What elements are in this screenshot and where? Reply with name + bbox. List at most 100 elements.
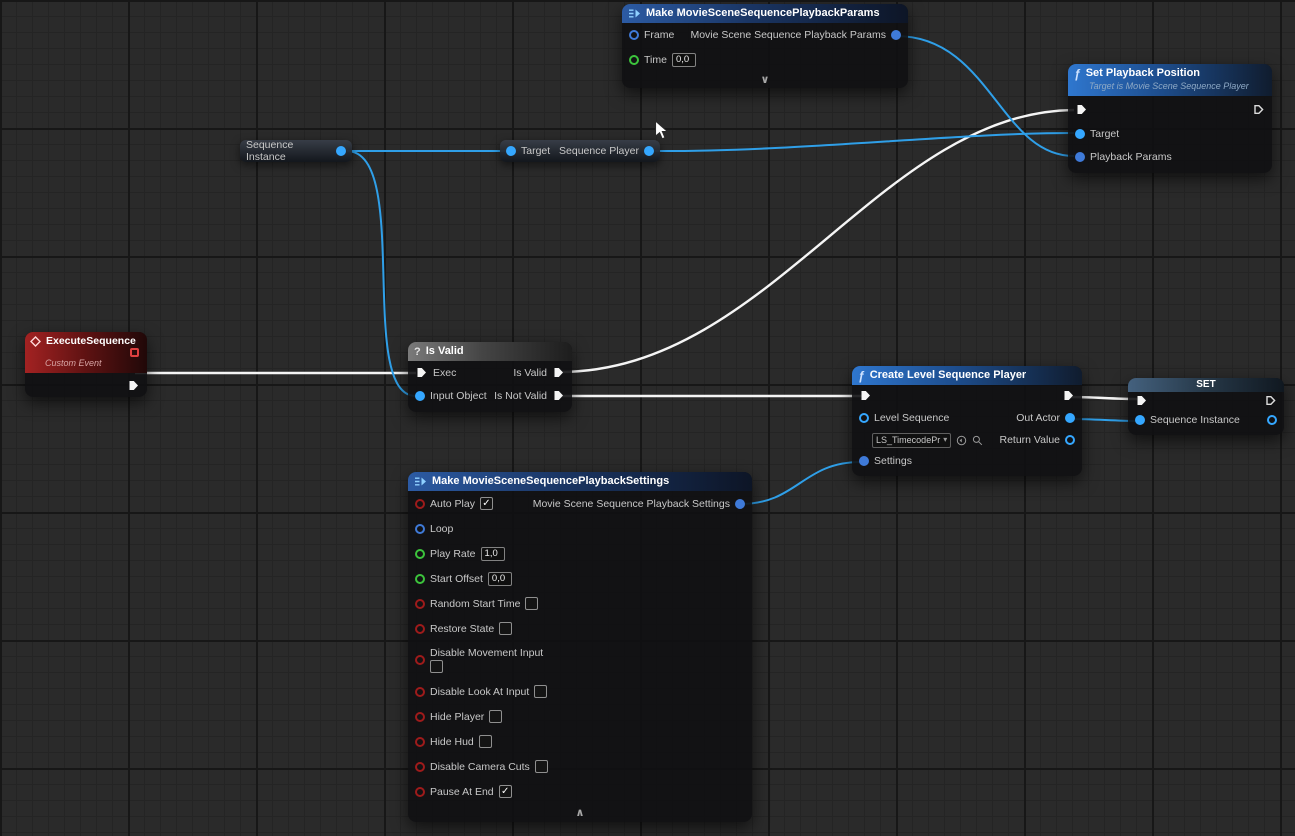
pin-playback-params[interactable]: Playback Params xyxy=(1075,151,1172,163)
disable-movement-input-checkbox[interactable] xyxy=(430,660,443,673)
wire-data-sequence-player-to-target[interactable] xyxy=(650,133,1074,151)
auto-play-checkbox[interactable]: ✓ xyxy=(480,497,493,510)
object-pin-icon[interactable] xyxy=(1065,435,1075,445)
disable-look-at-input-checkbox[interactable] xyxy=(534,685,547,698)
pin-sequence-instance[interactable]: Sequence Instance xyxy=(1135,414,1240,426)
node-get-sequence-instance[interactable]: Sequence Instance xyxy=(240,140,352,162)
asset-dropdown[interactable]: LS_TimecodePr ▾ xyxy=(872,433,951,448)
exec-out-pin[interactable] xyxy=(127,379,140,392)
struct-pin-icon[interactable] xyxy=(1075,152,1085,162)
exec-out-pin[interactable] xyxy=(1062,389,1075,402)
bool-pin-icon[interactable] xyxy=(415,712,425,722)
node-execute-sequence-event[interactable]: ExecuteSequence Custom Event xyxy=(25,332,147,397)
wire-data-settings-to-settings[interactable] xyxy=(740,462,861,504)
hide-hud-checkbox[interactable] xyxy=(479,735,492,748)
pin-restore-state[interactable]: Restore State xyxy=(415,622,512,635)
node-header[interactable]: Make MovieSceneSequencePlaybackParams xyxy=(622,4,908,23)
bool-pin-icon[interactable] xyxy=(415,762,425,772)
node-get-sequence-player[interactable]: Target Sequence Player xyxy=(500,140,660,162)
chevron-up-icon[interactable]: ∧ xyxy=(576,807,585,819)
pin-hide-hud[interactable]: Hide Hud xyxy=(415,735,492,748)
pin-is-valid-out[interactable]: Is Valid xyxy=(513,366,565,379)
pin-disable-look-at-input[interactable]: Disable Look At Input xyxy=(415,685,547,698)
collapse-node-row[interactable]: ∧ xyxy=(408,804,752,822)
restore-state-checkbox[interactable] xyxy=(499,622,512,635)
object-pin-icon[interactable] xyxy=(336,146,346,156)
bool-pin-icon[interactable] xyxy=(415,599,425,609)
pin-level-sequence[interactable]: Level Sequence xyxy=(859,412,949,424)
wire-data-sequence-instance-to-input-object[interactable] xyxy=(347,151,416,396)
start-offset-field[interactable]: 0,0 xyxy=(488,572,512,586)
object-pin-icon[interactable] xyxy=(1135,415,1145,425)
node-set-sequence-instance[interactable]: SET Sequence Instance xyxy=(1128,378,1284,435)
pin-exec-in[interactable]: Exec xyxy=(415,366,456,379)
bool-pin-icon[interactable] xyxy=(415,655,425,665)
pin-target[interactable]: Target xyxy=(506,145,550,157)
pin-input-object[interactable]: Input Object xyxy=(415,390,487,402)
node-header[interactable]: SET xyxy=(1128,378,1284,392)
pin-start-offset[interactable]: Start Offset 0,0 xyxy=(415,572,512,586)
struct-pin-icon[interactable] xyxy=(415,524,425,534)
expand-node-row[interactable]: ∨ xyxy=(622,72,908,88)
pin-value-out[interactable] xyxy=(1267,415,1277,425)
bool-pin-icon[interactable] xyxy=(415,499,425,509)
node-set-playback-position[interactable]: ƒ Set Playback Position Target is Movie … xyxy=(1068,64,1272,173)
object-pin-icon[interactable] xyxy=(644,146,654,156)
pin-disable-camera-cuts[interactable]: Disable Camera Cuts xyxy=(415,760,548,773)
pin-settings[interactable]: Settings xyxy=(859,455,912,467)
time-value-field[interactable]: 0,0 xyxy=(672,53,696,67)
float-pin-icon[interactable] xyxy=(415,574,425,584)
node-header[interactable]: ExecuteSequence Custom Event xyxy=(25,332,147,373)
pin-target[interactable]: Target xyxy=(1075,128,1119,140)
exec-out-pin[interactable] xyxy=(1252,103,1265,116)
float-pin-icon[interactable] xyxy=(629,55,639,65)
struct-pin-icon[interactable] xyxy=(629,30,639,40)
float-pin-icon[interactable] xyxy=(415,549,425,559)
pin-loop[interactable]: Loop xyxy=(415,523,453,535)
node-make-movie-scene-sequence-playback-params[interactable]: Make MovieSceneSequencePlaybackParams Fr… xyxy=(622,4,908,88)
hide-player-checkbox[interactable] xyxy=(489,710,502,723)
object-pin-icon[interactable] xyxy=(415,391,425,401)
node-header[interactable]: ? Is Valid xyxy=(408,342,572,361)
pin-time[interactable]: Time 0,0 xyxy=(629,53,696,67)
struct-pin-icon[interactable] xyxy=(859,456,869,466)
pin-return-value[interactable]: Return Value xyxy=(999,434,1075,446)
pin-hide-player[interactable]: Hide Player xyxy=(415,710,502,723)
play-rate-field[interactable]: 1,0 xyxy=(481,547,505,561)
pin-disable-movement-input[interactable]: Disable Movement Input xyxy=(415,647,543,673)
struct-pin-icon[interactable] xyxy=(735,499,745,509)
object-pin-icon[interactable] xyxy=(1065,413,1075,423)
pause-at-end-checkbox[interactable]: ✓ xyxy=(499,785,512,798)
object-pin-icon[interactable] xyxy=(1075,129,1085,139)
node-header[interactable]: Make MovieSceneSequencePlaybackSettings xyxy=(408,472,752,491)
use-selected-asset-icon[interactable] xyxy=(956,435,967,446)
pin-play-rate[interactable]: Play Rate 1,0 xyxy=(415,547,505,561)
pin-is-not-valid-out[interactable]: Is Not Valid xyxy=(494,389,565,402)
node-header[interactable]: ƒ Set Playback Position Target is Movie … xyxy=(1068,64,1272,96)
node-create-level-sequence-player[interactable]: ƒ Create Level Sequence Player Level Seq… xyxy=(852,366,1082,476)
struct-pin-icon[interactable] xyxy=(891,30,901,40)
disable-camera-cuts-checkbox[interactable] xyxy=(535,760,548,773)
pin-random-start-time[interactable]: Random Start Time xyxy=(415,597,538,610)
output-delegate-pin[interactable] xyxy=(130,348,139,357)
pin-playback-params-out[interactable]: Movie Scene Sequence Playback Params xyxy=(690,29,901,41)
node-is-valid[interactable]: ? Is Valid Exec Is Valid Input Object Is… xyxy=(408,342,572,412)
object-pin-icon[interactable] xyxy=(859,413,869,423)
pin-auto-play[interactable]: Auto Play ✓ xyxy=(415,497,493,510)
level-sequence-asset-picker[interactable]: LS_TimecodePr ▾ xyxy=(872,433,983,448)
wire-data-params-to-playback-params[interactable] xyxy=(896,36,1074,156)
pin-out-actor[interactable]: Out Actor xyxy=(1016,412,1075,424)
pin-settings-out[interactable]: Movie Scene Sequence Playback Settings xyxy=(533,498,745,510)
browse-asset-icon[interactable] xyxy=(972,435,983,446)
exec-in-pin[interactable] xyxy=(859,389,872,402)
random-start-time-checkbox[interactable] xyxy=(525,597,538,610)
bool-pin-icon[interactable] xyxy=(415,624,425,634)
node-header[interactable]: ƒ Create Level Sequence Player xyxy=(852,366,1082,385)
bool-pin-icon[interactable] xyxy=(415,737,425,747)
chevron-down-icon[interactable]: ∨ xyxy=(761,74,770,86)
object-pin-icon[interactable] xyxy=(506,146,516,156)
bool-pin-icon[interactable] xyxy=(415,787,425,797)
pin-pause-at-end[interactable]: Pause At End ✓ xyxy=(415,785,512,798)
blueprint-graph-canvas[interactable]: Make MovieSceneSequencePlaybackParams Fr… xyxy=(0,0,1295,836)
exec-in-pin[interactable] xyxy=(1075,103,1088,116)
